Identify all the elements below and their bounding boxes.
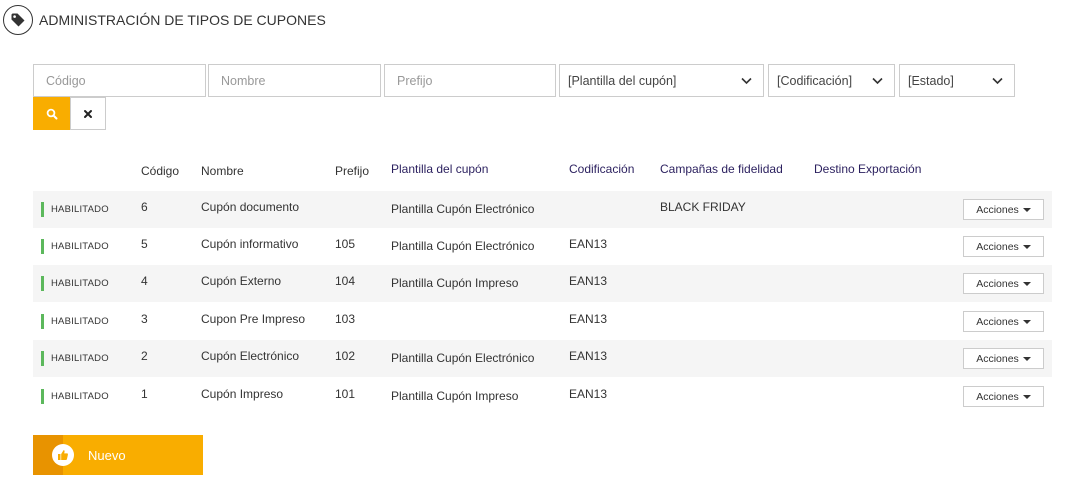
caret-down-icon xyxy=(1022,394,1031,399)
codigo-input[interactable] xyxy=(46,73,205,88)
column-header-codificacion: Codificación xyxy=(569,162,635,176)
cell-codificacion: EAN13 xyxy=(569,274,608,288)
cell-codigo: 5 xyxy=(141,237,148,251)
status-badge: HABILITADO xyxy=(41,351,109,366)
cell-nombre: Cupón Externo xyxy=(201,274,282,288)
cell-codigo: 6 xyxy=(141,200,148,214)
thumbs-up-icon xyxy=(52,444,74,466)
clear-filters-button[interactable] xyxy=(70,97,106,130)
actions-dropdown-button[interactable]: Acciones xyxy=(963,348,1044,369)
actions-label: Acciones xyxy=(976,203,1019,216)
status-badge: HABILITADO xyxy=(41,276,109,291)
table-row: HABILITADO 4 Cupón Externo 104 Plantilla… xyxy=(33,265,1052,302)
actions-dropdown-button[interactable]: Acciones xyxy=(963,236,1044,257)
actions-dropdown-button[interactable]: Acciones xyxy=(963,386,1044,407)
chevron-down-icon xyxy=(741,75,753,87)
plantilla-select[interactable]: [Plantilla del cupón] xyxy=(559,64,764,97)
cell-plantilla: Plantilla Cupón Electrónico xyxy=(391,239,535,253)
codigo-field[interactable] xyxy=(33,64,206,97)
column-header-plantilla: Plantilla del cupón xyxy=(391,162,489,176)
cell-nombre: Cupón informativo xyxy=(201,237,299,251)
caret-down-icon xyxy=(1022,207,1031,212)
actions-label: Acciones xyxy=(976,352,1019,365)
cell-codigo: 3 xyxy=(141,312,148,326)
column-header-nombre[interactable]: Nombre xyxy=(201,164,244,178)
prefijo-field[interactable] xyxy=(384,64,556,97)
cell-plantilla: Plantilla Cupón Electrónico xyxy=(391,202,535,216)
cell-plantilla: Plantilla Cupón Electrónico xyxy=(391,351,535,365)
caret-down-icon xyxy=(1022,281,1031,286)
cell-prefijo: 102 xyxy=(335,349,356,363)
column-header-destino: Destino Exportación xyxy=(814,162,922,176)
caret-down-icon xyxy=(1022,319,1031,324)
actions-label: Acciones xyxy=(976,315,1019,328)
tag-icon xyxy=(3,5,33,35)
status-badge: HABILITADO xyxy=(41,239,109,254)
actions-dropdown-button[interactable]: Acciones xyxy=(963,311,1044,332)
status-badge: HABILITADO xyxy=(41,314,109,329)
status-badge: HABILITADO xyxy=(41,202,109,217)
cell-codificacion: EAN13 xyxy=(569,312,608,326)
actions-label: Acciones xyxy=(976,240,1019,253)
chevron-down-icon xyxy=(992,75,1004,87)
column-header-codigo[interactable]: Código xyxy=(141,164,179,178)
actions-dropdown-button[interactable]: Acciones xyxy=(963,199,1044,220)
page-title: ADMINISTRACIÓN DE TIPOS DE CUPONES xyxy=(39,12,326,28)
chevron-down-icon xyxy=(872,75,884,87)
nombre-input[interactable] xyxy=(221,73,380,88)
status-badge: HABILITADO xyxy=(41,389,109,404)
page-header: ADMINISTRACIÓN DE TIPOS DE CUPONES xyxy=(3,5,326,35)
table-row: HABILITADO 5 Cupón informativo 105 Plant… xyxy=(33,228,1052,265)
table-row: HABILITADO 6 Cupón documento Plantilla C… xyxy=(33,191,1052,228)
cell-codigo: 4 xyxy=(141,274,148,288)
close-icon xyxy=(84,109,92,118)
cell-codigo: 2 xyxy=(141,349,148,363)
prefijo-input[interactable] xyxy=(397,73,555,88)
cell-codificacion: EAN13 xyxy=(569,349,608,363)
actions-label: Acciones xyxy=(976,277,1019,290)
cell-codificacion: EAN13 xyxy=(569,237,608,251)
actions-label: Acciones xyxy=(976,390,1019,403)
cell-prefijo: 103 xyxy=(335,312,356,326)
cell-nombre: Cupon Pre Impreso xyxy=(201,312,306,326)
column-header-campanas: Campañas de fidelidad xyxy=(660,162,783,176)
new-button[interactable]: Nuevo xyxy=(33,435,203,475)
cell-plantilla: Plantilla Cupón Impreso xyxy=(391,389,519,403)
plantilla-select-value: [Plantilla del cupón] xyxy=(568,73,677,88)
cell-prefijo: 101 xyxy=(335,387,356,401)
estado-select-value: [Estado] xyxy=(908,73,954,88)
cell-prefijo: 105 xyxy=(335,237,356,251)
table-row: HABILITADO 3 Cupon Pre Impreso 103 EAN13… xyxy=(33,303,1052,340)
nombre-field[interactable] xyxy=(208,64,381,97)
actions-dropdown-button[interactable]: Acciones xyxy=(963,273,1044,294)
cell-nombre: Cupón Electrónico xyxy=(201,349,300,363)
column-header-prefijo[interactable]: Prefijo xyxy=(335,164,369,178)
cell-nombre: Cupón documento xyxy=(201,200,300,214)
estado-select[interactable]: [Estado] xyxy=(899,64,1015,97)
cell-prefijo: 104 xyxy=(335,274,356,288)
caret-down-icon xyxy=(1022,244,1031,249)
cell-plantilla: Plantilla Cupón Impreso xyxy=(391,276,519,290)
new-button-label: Nuevo xyxy=(88,447,126,463)
cell-campanas: BLACK FRIDAY xyxy=(660,200,746,214)
table-row: HABILITADO 1 Cupón Impreso 101 Plantilla… xyxy=(33,378,1052,415)
codificacion-select-value: [Codificación] xyxy=(777,73,853,88)
cell-codificacion: EAN13 xyxy=(569,387,608,401)
caret-down-icon xyxy=(1022,356,1031,361)
search-button[interactable] xyxy=(33,97,70,130)
codificacion-select[interactable]: [Codificación] xyxy=(768,64,895,97)
search-icon xyxy=(46,108,57,119)
table-row: HABILITADO 2 Cupón Electrónico 102 Plant… xyxy=(33,340,1052,377)
cell-codigo: 1 xyxy=(141,387,148,401)
cell-nombre: Cupón Impreso xyxy=(201,387,284,401)
